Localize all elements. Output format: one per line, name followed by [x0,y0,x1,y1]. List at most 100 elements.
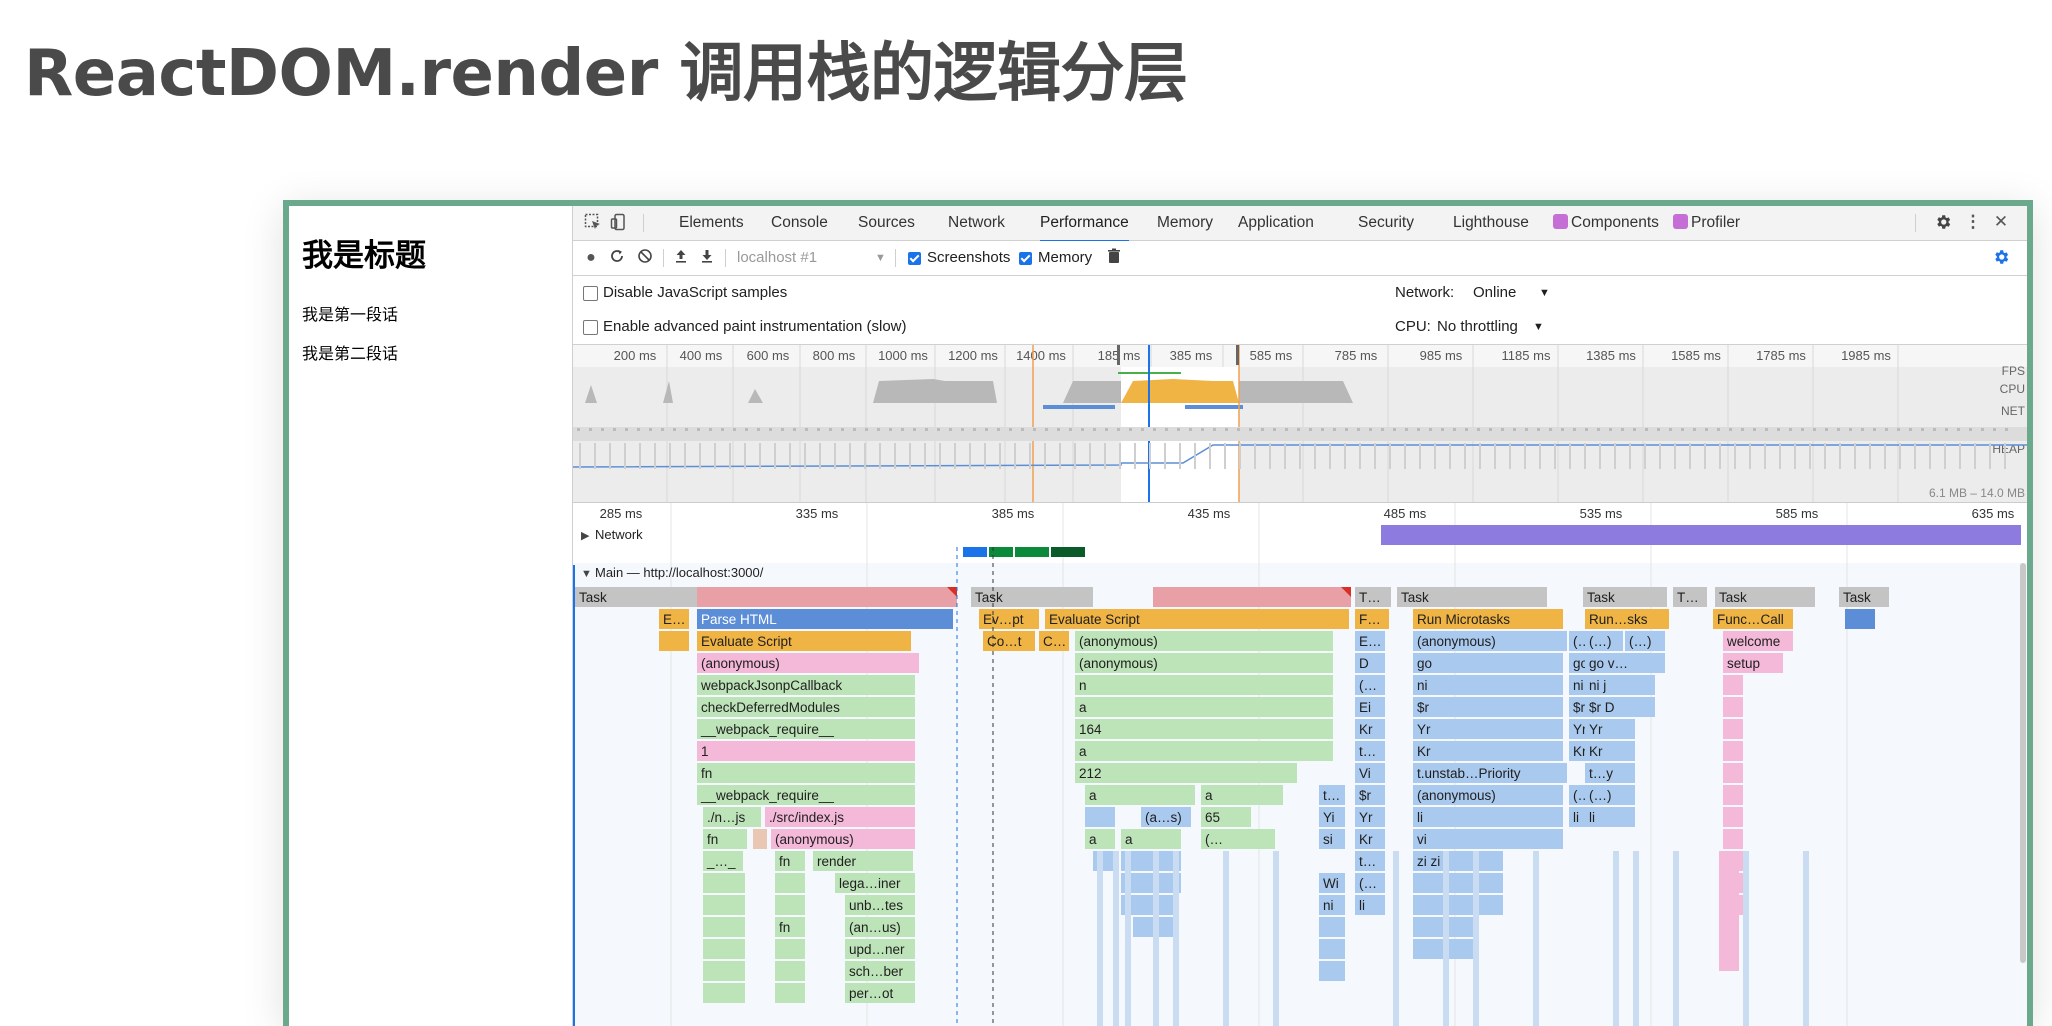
flame-block[interactable] [703,895,745,915]
upload-profile-icon[interactable] [671,248,691,269]
flame-chart-canvas[interactable]: 285 ms 335 ms 385 ms 435 ms 485 ms 535 ms 585 … [573,503,2028,1026]
flame-block[interactable] [1723,807,1743,827]
flame-block[interactable] [1723,675,1743,695]
heap-tick [1719,443,1721,469]
heap-tick [1824,443,1826,469]
timeline-overview[interactable]: 200 ms 400 ms 600 ms 800 ms 1000 ms 1200 ms 14… [572,344,2028,503]
settings-gear-icon[interactable] [1933,213,1953,236]
flame-block[interactable] [1413,895,1503,915]
flame-block[interactable] [1723,763,1743,783]
flame-block[interactable] [1075,741,1333,761]
flame-block[interactable] [1413,675,1563,695]
flame-block[interactable] [1413,807,1563,827]
flame-block[interactable] [1413,829,1563,849]
network-track-label[interactable]: Network [595,527,643,542]
tab-security[interactable]: Security [1358,206,1414,240]
flame-block[interactable] [697,741,915,761]
main-thread-label[interactable]: Main — http://localhost:3000/ [595,565,764,580]
flame-block[interactable] [703,917,745,937]
flame-block[interactable] [703,873,745,893]
flame-chart[interactable]: 285 ms 335 ms 385 ms 435 ms 485 ms 535 ms 585 … [573,502,2028,1026]
inspect-element-icon[interactable] [583,213,603,236]
network-throttle-select[interactable]: Online [1473,276,1516,310]
net-tick [1837,428,1840,431]
flame-block[interactable] [703,939,745,959]
flame-block[interactable] [775,961,805,981]
selection-grip[interactable] [1236,345,1239,365]
chevron-down-icon[interactable]: ▼ [1533,310,1544,344]
flame-block-label: E… [663,612,686,627]
tab-console[interactable]: Console [771,206,828,240]
flame-block[interactable] [1723,741,1743,761]
flame-block[interactable] [1085,785,1195,805]
flame-block[interactable] [1413,741,1563,761]
flame-block[interactable] [753,829,767,849]
reload-record-icon[interactable] [607,248,627,269]
flame-block[interactable] [1845,609,1875,629]
flame-block[interactable] [703,961,745,981]
heap-tick [1749,443,1751,469]
expand-arrow-icon[interactable]: ▶ [581,530,590,542]
flame-block[interactable] [1413,873,1503,893]
flame-block[interactable] [1075,697,1333,717]
heap-tick [1839,443,1841,469]
heap-tick [1704,443,1706,469]
capture-settings-gear-icon[interactable] [1991,248,2011,271]
flame-block[interactable] [775,939,805,959]
memory-checkbox[interactable] [1019,252,1032,265]
flame-block[interactable] [1075,675,1333,695]
flame-block[interactable] [1413,697,1563,717]
record-icon[interactable]: ● [581,248,601,268]
disable-js-samples-checkbox[interactable] [583,286,598,301]
device-toolbar-icon[interactable] [609,213,629,236]
flame-block[interactable] [1085,807,1115,827]
tab-components[interactable]: Components [1553,206,1659,240]
tab-application[interactable]: Application [1238,206,1314,240]
memory-label: Memory [1038,249,1093,266]
tab-performance[interactable]: Performance [1040,206,1129,242]
tab-elements[interactable]: Elements [679,206,744,240]
flame-block[interactable] [1319,939,1345,959]
flame-block[interactable] [703,983,745,1003]
tab-network[interactable]: Network [948,206,1005,240]
collapse-arrow-icon[interactable]: ▼ [581,568,592,580]
toolbar-separator [895,249,896,267]
tab-lighthouse[interactable]: Lighthouse [1453,206,1529,240]
net-tick [1057,428,1060,431]
screenshots-checkbox[interactable] [908,252,921,265]
chevron-down-icon[interactable]: ▼ [1539,276,1550,310]
flame-block[interactable] [1723,697,1743,717]
flame-block[interactable] [775,983,805,1003]
clear-icon[interactable] [635,248,655,269]
chevron-down-icon[interactable]: ▼ [875,241,886,275]
cpu-throttle-select[interactable]: No throttling [1437,310,1518,344]
tab-sources[interactable]: Sources [858,206,915,240]
flame-block[interactable] [1319,917,1345,937]
flame-block[interactable] [1723,719,1743,739]
selection-grip[interactable] [1117,345,1120,365]
close-devtools-icon[interactable]: ✕ [1991,212,2011,232]
more-options-icon[interactable]: ⋮ [1963,212,1983,232]
flame-block[interactable] [775,895,805,915]
overview-chart[interactable]: 200 ms 400 ms 600 ms 800 ms 1000 ms 1200 ms 14… [572,345,2028,503]
tab-profiler[interactable]: Profiler [1673,206,1740,240]
flame-block[interactable] [1201,785,1283,805]
flame-block[interactable] [1723,785,1743,805]
tab-memory[interactable]: Memory [1157,206,1213,240]
advanced-paint-checkbox[interactable] [583,320,598,335]
vertical-scrollbar[interactable] [2020,563,2026,963]
flame-block-label: go v… [1589,656,1628,671]
flame-block[interactable] [1413,653,1563,673]
flame-block[interactable] [1075,763,1297,783]
trash-icon[interactable] [1105,248,1123,269]
flame-block[interactable] [1723,829,1743,849]
flame-block[interactable] [697,763,915,783]
flame-block[interactable] [659,631,689,651]
disable-js-samples-label: Disable JavaScript samples [603,284,788,301]
download-profile-icon[interactable] [697,248,717,269]
flame-block[interactable] [1075,719,1333,739]
flame-block[interactable] [1413,719,1563,739]
flame-block[interactable] [775,873,805,893]
profile-select[interactable]: localhost #1 [737,241,817,275]
flame-block[interactable] [1319,961,1345,981]
